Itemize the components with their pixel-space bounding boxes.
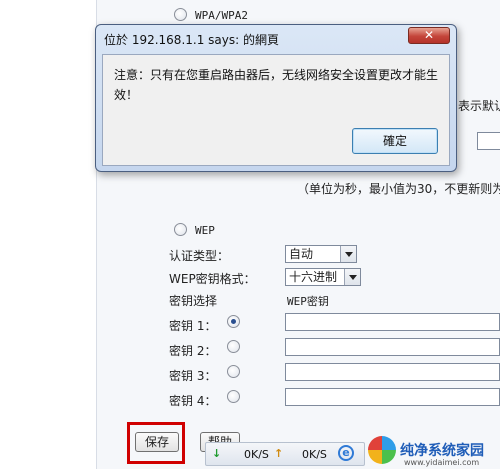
- key-2-radio[interactable]: [227, 340, 240, 353]
- browser-e-icon: e: [338, 445, 354, 461]
- default-hint-text: 表示默认: [458, 99, 500, 113]
- key-4-label: 密钥 4：: [169, 394, 217, 408]
- key-3-input[interactable]: [285, 363, 500, 381]
- auth-type-label: 认证类型：: [169, 249, 230, 263]
- wep-radio[interactable]: [174, 223, 187, 236]
- update-interval-note: （单位为秒，最小值为30，不更新则为: [297, 182, 500, 196]
- up-speed: 0K/S: [302, 448, 327, 461]
- ok-button[interactable]: 確定: [352, 128, 438, 154]
- watermark-logo-icon: [368, 436, 396, 464]
- key-select-label: 密钥选择: [169, 294, 218, 308]
- key-format-value: 十六进制: [289, 270, 338, 284]
- key-1-label: 密钥 1：: [169, 319, 217, 333]
- close-icon[interactable]: ✕: [408, 27, 450, 44]
- auth-type-value: 自动: [289, 247, 314, 261]
- key-1-radio[interactable]: [227, 315, 240, 328]
- key-1-input[interactable]: [285, 313, 500, 331]
- key-4-input[interactable]: [285, 388, 500, 406]
- right-edge-input[interactable]: [477, 132, 500, 150]
- left-blank-area: [0, 0, 96, 469]
- chevron-down-icon: [344, 269, 360, 285]
- key-2-input[interactable]: [285, 338, 500, 356]
- dialog-title: 位於 192.168.1.1 says: 的網頁: [104, 33, 279, 47]
- wpa-radio[interactable]: [174, 8, 187, 21]
- key-4-radio[interactable]: [227, 390, 240, 403]
- key-3-label: 密钥 3：: [169, 369, 217, 383]
- watermark-site-url: www.yidaimei.com: [404, 458, 480, 467]
- down-speed: 0K/S: [244, 448, 269, 461]
- wep-key-header: WEP密钥: [287, 295, 329, 308]
- wpa-label: WPA/WPA2: [195, 9, 248, 22]
- wep-label: WEP: [195, 224, 215, 237]
- key-format-select[interactable]: 十六进制: [285, 268, 361, 286]
- key-3-radio[interactable]: [227, 365, 240, 378]
- key-format-label: WEP密钥格式：: [169, 272, 256, 286]
- watermark-site-name: 纯净系统家园: [400, 443, 484, 459]
- dialog-message: 注意：只有在您重启路由器后，无线网络安全设置更改才能生效！: [114, 68, 439, 102]
- alert-dialog: 位於 192.168.1.1 says: 的網頁 ✕ 注意：只有在您重启路由器后…: [95, 24, 457, 172]
- key-2-label: 密钥 2：: [169, 344, 217, 358]
- save-highlight-box: [127, 422, 185, 464]
- down-arrow-icon: ↓: [212, 447, 222, 460]
- auth-type-select[interactable]: 自动: [285, 245, 357, 263]
- up-arrow-icon: ↑: [274, 447, 284, 460]
- chevron-down-icon: [340, 246, 356, 262]
- dialog-body: 注意：只有在您重启路由器后，无线网络安全设置更改才能生效！ 確定: [102, 54, 450, 166]
- download-speed-statusbar: ↓ 0K/S ↑ 0K/S e: [205, 442, 365, 466]
